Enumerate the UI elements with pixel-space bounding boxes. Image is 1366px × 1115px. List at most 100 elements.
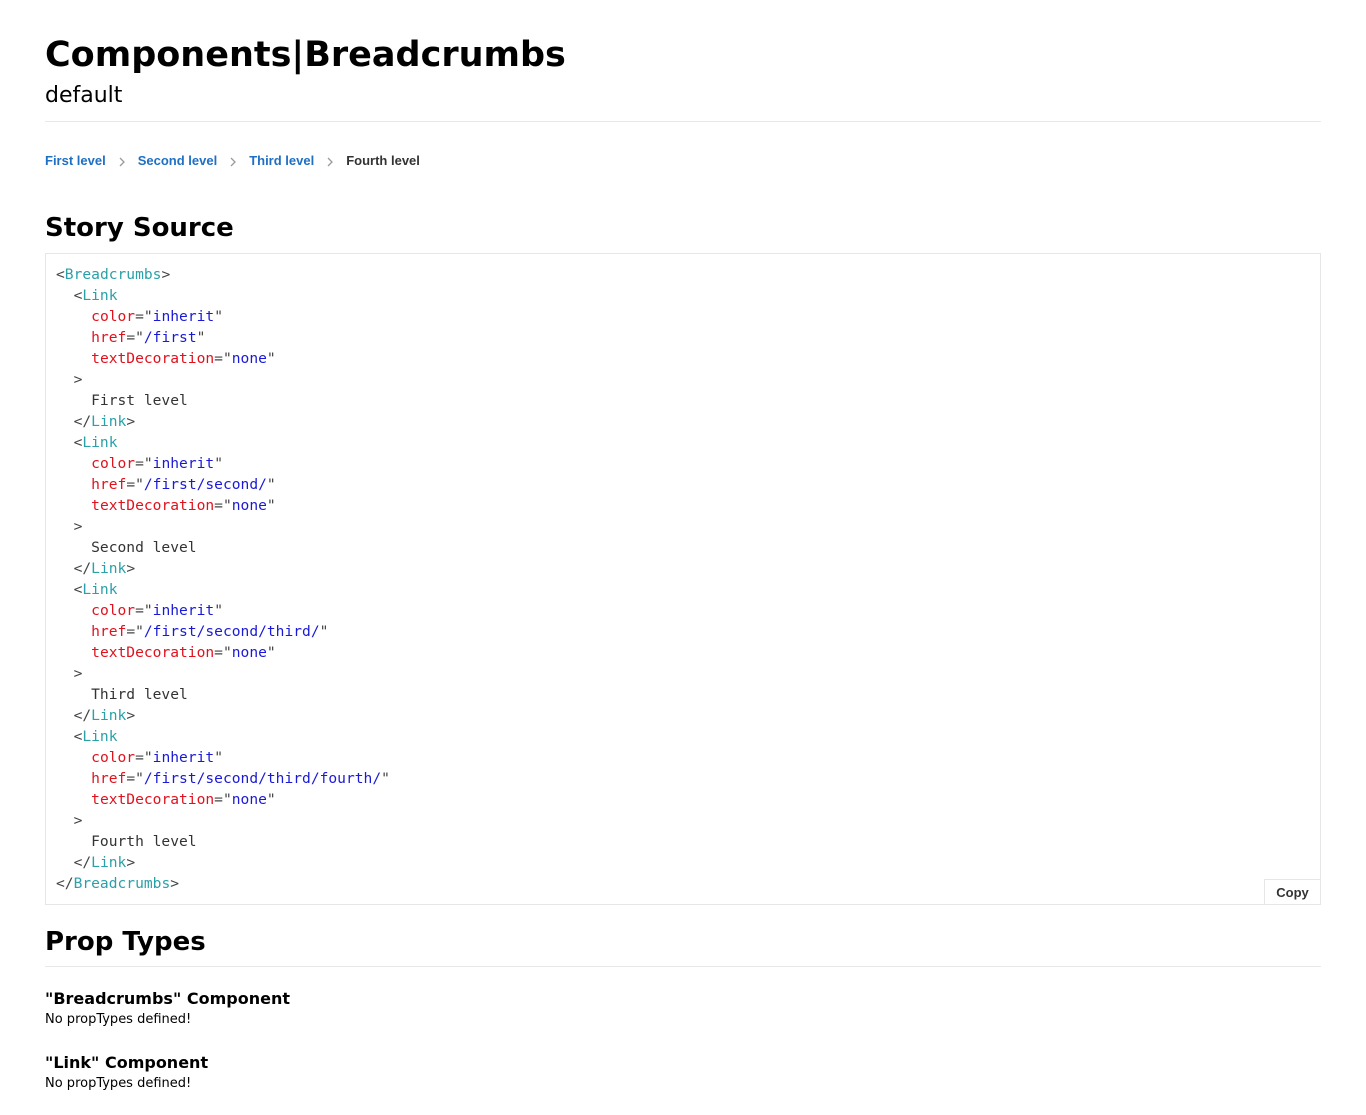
breadcrumb-item-second-level[interactable]: Second level bbox=[138, 152, 217, 170]
code-token-val: /first bbox=[143, 329, 197, 346]
copy-button[interactable]: Copy bbox=[1264, 879, 1320, 904]
code-token-val: none bbox=[231, 644, 267, 661]
code-token-punc: =" bbox=[214, 791, 232, 808]
code-token-punc: " bbox=[266, 497, 276, 514]
code-token-punc: < bbox=[56, 266, 65, 283]
code-token-attr: href bbox=[91, 623, 127, 640]
code-line: <Link bbox=[56, 579, 390, 600]
code-token-punc bbox=[56, 308, 91, 325]
code-token-punc: =" bbox=[126, 770, 144, 787]
code-token-attr: href bbox=[91, 329, 127, 346]
code-line: textDecoration="none" bbox=[56, 348, 390, 369]
code-token-punc: " bbox=[319, 623, 329, 640]
breadcrumb: First level Second level Third level Fou… bbox=[45, 152, 420, 170]
code-token-punc: > bbox=[126, 560, 136, 577]
code-token-attr: color bbox=[91, 455, 136, 472]
prop-types-heading: Prop Types bbox=[45, 927, 206, 957]
code-line: </Link> bbox=[56, 411, 390, 432]
code-line: <Breadcrumbs> bbox=[56, 264, 390, 285]
code-token-punc bbox=[56, 644, 91, 661]
code-token-tag: Link bbox=[91, 854, 127, 871]
code-token-attr: color bbox=[91, 308, 136, 325]
code-token-punc: " bbox=[214, 749, 223, 766]
component-title-breadcrumbs: "Breadcrumbs" Component bbox=[45, 989, 290, 1008]
code-line: href="/first/second/third/fourth/" bbox=[56, 768, 390, 789]
code-token-text: Second level bbox=[56, 539, 197, 556]
code-token-punc: =" bbox=[126, 329, 144, 346]
code-token-tag: Breadcrumbs bbox=[73, 875, 171, 892]
code-line: <Link bbox=[56, 285, 390, 306]
code-token-val: /first/second/ bbox=[143, 476, 267, 493]
code-line: textDecoration="none" bbox=[56, 495, 390, 516]
code-token-punc: =" bbox=[135, 602, 153, 619]
code-line: href="/first" bbox=[56, 327, 390, 348]
page-title: Components|Breadcrumbs bbox=[45, 35, 566, 75]
code-token-punc bbox=[56, 476, 91, 493]
code-line: <Link bbox=[56, 432, 390, 453]
code-token-tag: Link bbox=[91, 413, 127, 430]
code-token-tag: Link bbox=[82, 434, 118, 451]
code-token-val: inherit bbox=[152, 602, 215, 619]
code-token-punc: =" bbox=[214, 350, 232, 367]
code-token-tag: Link bbox=[82, 581, 118, 598]
code-token-attr: textDecoration bbox=[91, 644, 215, 661]
code-line: href="/first/second/" bbox=[56, 474, 390, 495]
component-note-link: No propTypes defined! bbox=[45, 1076, 192, 1091]
code-token-punc bbox=[56, 329, 91, 346]
component-note-breadcrumbs: No propTypes defined! bbox=[45, 1012, 192, 1027]
code-line: > bbox=[56, 663, 390, 684]
code-token-punc: =" bbox=[214, 644, 232, 661]
code-line: color="inherit" bbox=[56, 600, 390, 621]
story-source-heading: Story Source bbox=[45, 213, 234, 243]
code-token-val: /first/second/third/fourth/ bbox=[143, 770, 382, 787]
code-token-punc: > bbox=[56, 665, 83, 682]
code-line: color="inherit" bbox=[56, 306, 390, 327]
code-token-punc bbox=[56, 602, 91, 619]
code-token-punc: =" bbox=[135, 455, 153, 472]
code-token-punc: " bbox=[381, 770, 390, 787]
code-line: </Link> bbox=[56, 705, 390, 726]
code-token-punc: > bbox=[161, 266, 171, 283]
code-token-punc: " bbox=[214, 602, 223, 619]
code-token-punc: =" bbox=[135, 308, 153, 325]
page-subtitle: default bbox=[45, 83, 123, 108]
breadcrumb-item-third-level[interactable]: Third level bbox=[249, 152, 314, 170]
code-token-val: none bbox=[231, 350, 267, 367]
code-token-punc: " bbox=[196, 329, 206, 346]
code-token-val: /first/second/third/ bbox=[143, 623, 320, 640]
code-token-punc: </ bbox=[56, 854, 92, 871]
code-token-punc: > bbox=[126, 413, 136, 430]
code-token-punc: </ bbox=[56, 413, 92, 430]
code-token-punc bbox=[56, 791, 91, 808]
prop-types-divider bbox=[45, 966, 1321, 967]
code-token-punc: </ bbox=[56, 560, 92, 577]
header-divider bbox=[45, 121, 1321, 122]
code-line: <Link bbox=[56, 726, 390, 747]
code-token-val: inherit bbox=[152, 308, 215, 325]
code-block: <Breadcrumbs> <Link color="inherit" href… bbox=[45, 253, 1321, 905]
code-token-punc bbox=[56, 350, 91, 367]
code-line: textDecoration="none" bbox=[56, 642, 390, 663]
code-token-punc: " bbox=[266, 476, 276, 493]
code-token-punc: " bbox=[266, 350, 276, 367]
code-token-text: Fourth level bbox=[56, 833, 197, 850]
breadcrumb-item-fourth-level: Fourth level bbox=[346, 153, 420, 168]
code-token-attr: textDecoration bbox=[91, 350, 215, 367]
breadcrumb-item-first-level[interactable]: First level bbox=[45, 152, 106, 170]
code-token-punc: =" bbox=[135, 749, 153, 766]
code-token-punc: " bbox=[266, 791, 276, 808]
code-token-punc bbox=[56, 455, 91, 472]
code-token-punc: < bbox=[56, 581, 83, 598]
code-line: href="/first/second/third/" bbox=[56, 621, 390, 642]
code-token-tag: Link bbox=[91, 560, 127, 577]
code-token-attr: color bbox=[91, 602, 136, 619]
code-line: color="inherit" bbox=[56, 453, 390, 474]
code-token-punc: =" bbox=[214, 497, 232, 514]
code-token-punc: > bbox=[56, 812, 83, 829]
code-token-punc bbox=[56, 623, 91, 640]
code-token-punc: =" bbox=[126, 623, 144, 640]
code-line: </Link> bbox=[56, 852, 390, 873]
code-token-punc: </ bbox=[56, 875, 74, 892]
code-token-punc: " bbox=[214, 308, 223, 325]
code-token-punc: > bbox=[56, 518, 83, 535]
